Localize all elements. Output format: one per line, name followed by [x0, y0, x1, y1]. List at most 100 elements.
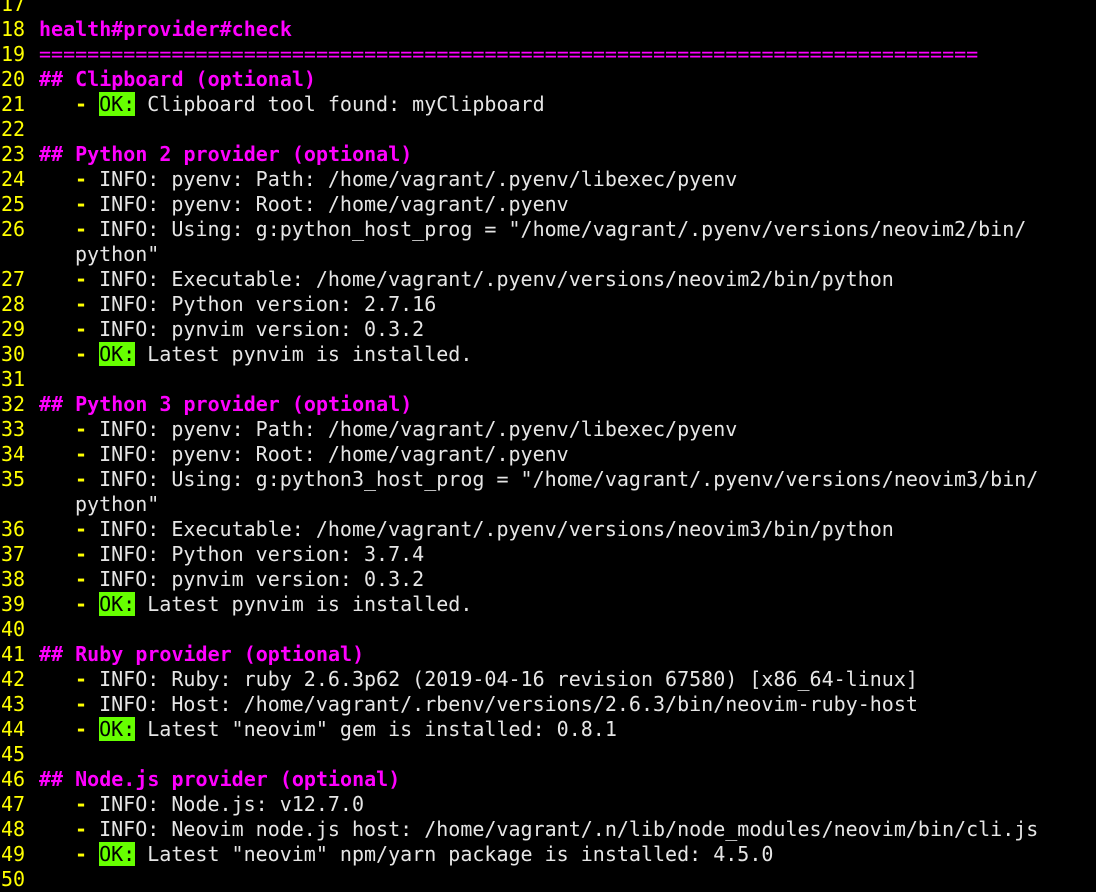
editor-line[interactable]: 28 - INFO: Python version: 2.7.16 [0, 292, 1096, 317]
editor-line[interactable]: 50 [0, 867, 1096, 892]
editor-line[interactable]: 33 - INFO: pyenv: Path: /home/vagrant/.py… [0, 417, 1096, 442]
editor-line[interactable]: 48 - INFO: Neovim node.js host: /home/vag… [0, 817, 1096, 842]
info-message: Python version: 3.7.4 [171, 542, 425, 566]
line-number: 48 [1, 817, 26, 841]
bullet-dash: - [75, 517, 88, 541]
info-message: Using: g:python_host_prog = "/home/vagra… [171, 217, 1027, 241]
editor-line[interactable]: 42 - INFO: Ruby: ruby 2.6.3p62 (2019-04-1… [0, 667, 1096, 692]
editor-line[interactable]: 36 - INFO: Executable: /home/vagrant/.pye… [0, 517, 1096, 542]
editor-line[interactable]: 39 - OK: Latest pynvim is installed. [0, 592, 1096, 617]
section-heading: ## Python 2 provider (optional) [39, 142, 413, 166]
info-label: INFO: [99, 817, 160, 841]
info-message: pyenv: Root: /home/vagrant/.pyenv [171, 192, 569, 216]
line-number: 40 [1, 617, 26, 641]
editor-line[interactable]: 20 ## Clipboard (optional) [0, 67, 1096, 92]
line-content: ========================================… [39, 42, 978, 67]
editor-line[interactable]: 25 - INFO: pyenv: Root: /home/vagrant/.py… [0, 192, 1096, 217]
line-content: - OK: Latest "neovim" npm/yarn package i… [39, 842, 773, 867]
line-content: ## Python 2 provider (optional) [39, 142, 412, 167]
line-content: ## Ruby provider (optional) [39, 642, 364, 667]
info-message: pyenv: Path: /home/vagrant/.pyenv/libexe… [171, 417, 738, 441]
info-label: INFO: [99, 417, 160, 441]
line-number: 17 [1, 0, 26, 16]
info-label: INFO: [99, 542, 160, 566]
info-message: Using: g:python3_host_prog = "/home/vagr… [171, 467, 1039, 491]
separator-rule: ========================================… [39, 42, 979, 66]
editor-line[interactable]: 40 [0, 617, 1096, 642]
line-number: 37 [1, 542, 26, 566]
editor-line[interactable]: 26 - INFO: Using: g:python_host_prog = "/… [0, 217, 1096, 242]
editor-line[interactable]: 23 ## Python 2 provider (optional) [0, 142, 1096, 167]
editor-buffer[interactable]: 17 18 health#provider#check 19 =============… [0, 0, 1096, 892]
wrapped-continuation: python" [75, 242, 160, 266]
editor-line[interactable]: 34 - INFO: pyenv: Root: /home/vagrant/.py… [0, 442, 1096, 467]
editor-line[interactable]: 27 - INFO: Executable: /home/vagrant/.pye… [0, 267, 1096, 292]
editor-line[interactable]: 21 - OK: Clipboard tool found: myClipboar… [0, 92, 1096, 117]
editor-line[interactable]: 29 - INFO: pynvim version: 0.3.2 [0, 317, 1096, 342]
health-check-title: health#provider#check [39, 17, 292, 41]
editor-line[interactable]: 45 [0, 742, 1096, 767]
ok-badge: OK: [99, 592, 136, 616]
line-content: - INFO: Using: g:python3_host_prog = "/h… [39, 467, 1038, 492]
line-number: 42 [1, 667, 26, 691]
editor-line[interactable]: 49 - OK: Latest "neovim" npm/yarn package… [0, 842, 1096, 867]
line-number: 30 [1, 342, 26, 366]
editor-line[interactable]: 19 ======================================… [0, 42, 1096, 67]
line-number: 46 [1, 767, 26, 791]
editor-line[interactable]: 22 [0, 117, 1096, 142]
info-message: Node.js: v12.7.0 [171, 792, 365, 816]
line-content: - INFO: Host: /home/vagrant/.rbenv/versi… [39, 692, 918, 717]
ok-message: Clipboard tool found: myClipboard [147, 92, 545, 116]
line-content: - INFO: pynvim version: 0.3.2 [39, 317, 424, 342]
info-label: INFO: [99, 217, 160, 241]
line-number: 36 [1, 517, 26, 541]
info-label: INFO: [99, 692, 160, 716]
info-message: Executable: /home/vagrant/.pyenv/version… [171, 517, 894, 541]
line-content: - INFO: Neovim node.js host: /home/vagra… [39, 817, 1038, 842]
section-heading: ## Ruby provider (optional) [39, 642, 365, 666]
editor-line[interactable]: python" [0, 242, 1096, 267]
line-content: - INFO: Python version: 3.7.4 [39, 542, 424, 567]
info-label: INFO: [99, 292, 160, 316]
bullet-dash: - [75, 667, 88, 691]
line-number: 24 [1, 167, 26, 191]
line-number: 43 [1, 692, 26, 716]
ok-message: Latest "neovim" npm/yarn package is inst… [147, 842, 774, 866]
line-number: 31 [1, 367, 26, 391]
editor-line[interactable]: 24 - INFO: pyenv: Path: /home/vagrant/.py… [0, 167, 1096, 192]
editor-line[interactable]: 46 ## Node.js provider (optional) [0, 767, 1096, 792]
editor-line[interactable]: 47 - INFO: Node.js: v12.7.0 [0, 792, 1096, 817]
editor-line[interactable]: 32 ## Python 3 provider (optional) [0, 392, 1096, 417]
bullet-dash: - [75, 217, 88, 241]
line-number: 22 [1, 117, 26, 141]
editor-line[interactable]: 30 - OK: Latest pynvim is installed. [0, 342, 1096, 367]
editor-line[interactable]: python" [0, 492, 1096, 517]
editor-line[interactable]: 43 - INFO: Host: /home/vagrant/.rbenv/ver… [0, 692, 1096, 717]
line-content: - OK: Latest pynvim is installed. [39, 342, 472, 367]
bullet-dash: - [75, 467, 88, 491]
info-message: Ruby: ruby 2.6.3p62 (2019-04-16 revision… [171, 667, 918, 691]
editor-line[interactable]: 18 health#provider#check [0, 17, 1096, 42]
info-message: Host: /home/vagrant/.rbenv/versions/2.6.… [171, 692, 918, 716]
line-content: - INFO: Executable: /home/vagrant/.pyenv… [39, 267, 894, 292]
bullet-dash: - [75, 592, 88, 616]
editor-line[interactable]: 37 - INFO: Python version: 3.7.4 [0, 542, 1096, 567]
section-heading: ## Python 3 provider (optional) [39, 392, 413, 416]
editor-line[interactable]: 38 - INFO: pynvim version: 0.3.2 [0, 567, 1096, 592]
editor-line[interactable]: 17 [0, 0, 1096, 17]
editor-line[interactable]: 35 - INFO: Using: g:python3_host_prog = "… [0, 467, 1096, 492]
line-number: 35 [1, 467, 26, 491]
section-heading: ## Node.js provider (optional) [39, 767, 401, 791]
info-label: INFO: [99, 667, 160, 691]
editor-line[interactable]: 41 ## Ruby provider (optional) [0, 642, 1096, 667]
line-content: ## Clipboard (optional) [39, 67, 316, 92]
editor-line[interactable]: 31 [0, 367, 1096, 392]
editor-line[interactable]: 44 - OK: Latest "neovim" gem is installed… [0, 717, 1096, 742]
bullet-dash: - [75, 292, 88, 316]
bullet-dash: - [75, 317, 88, 341]
wrapped-continuation: python" [75, 492, 160, 516]
line-number [0, 492, 39, 517]
line-number: 29 [1, 317, 26, 341]
bullet-dash: - [75, 567, 88, 591]
info-label: INFO: [99, 167, 160, 191]
